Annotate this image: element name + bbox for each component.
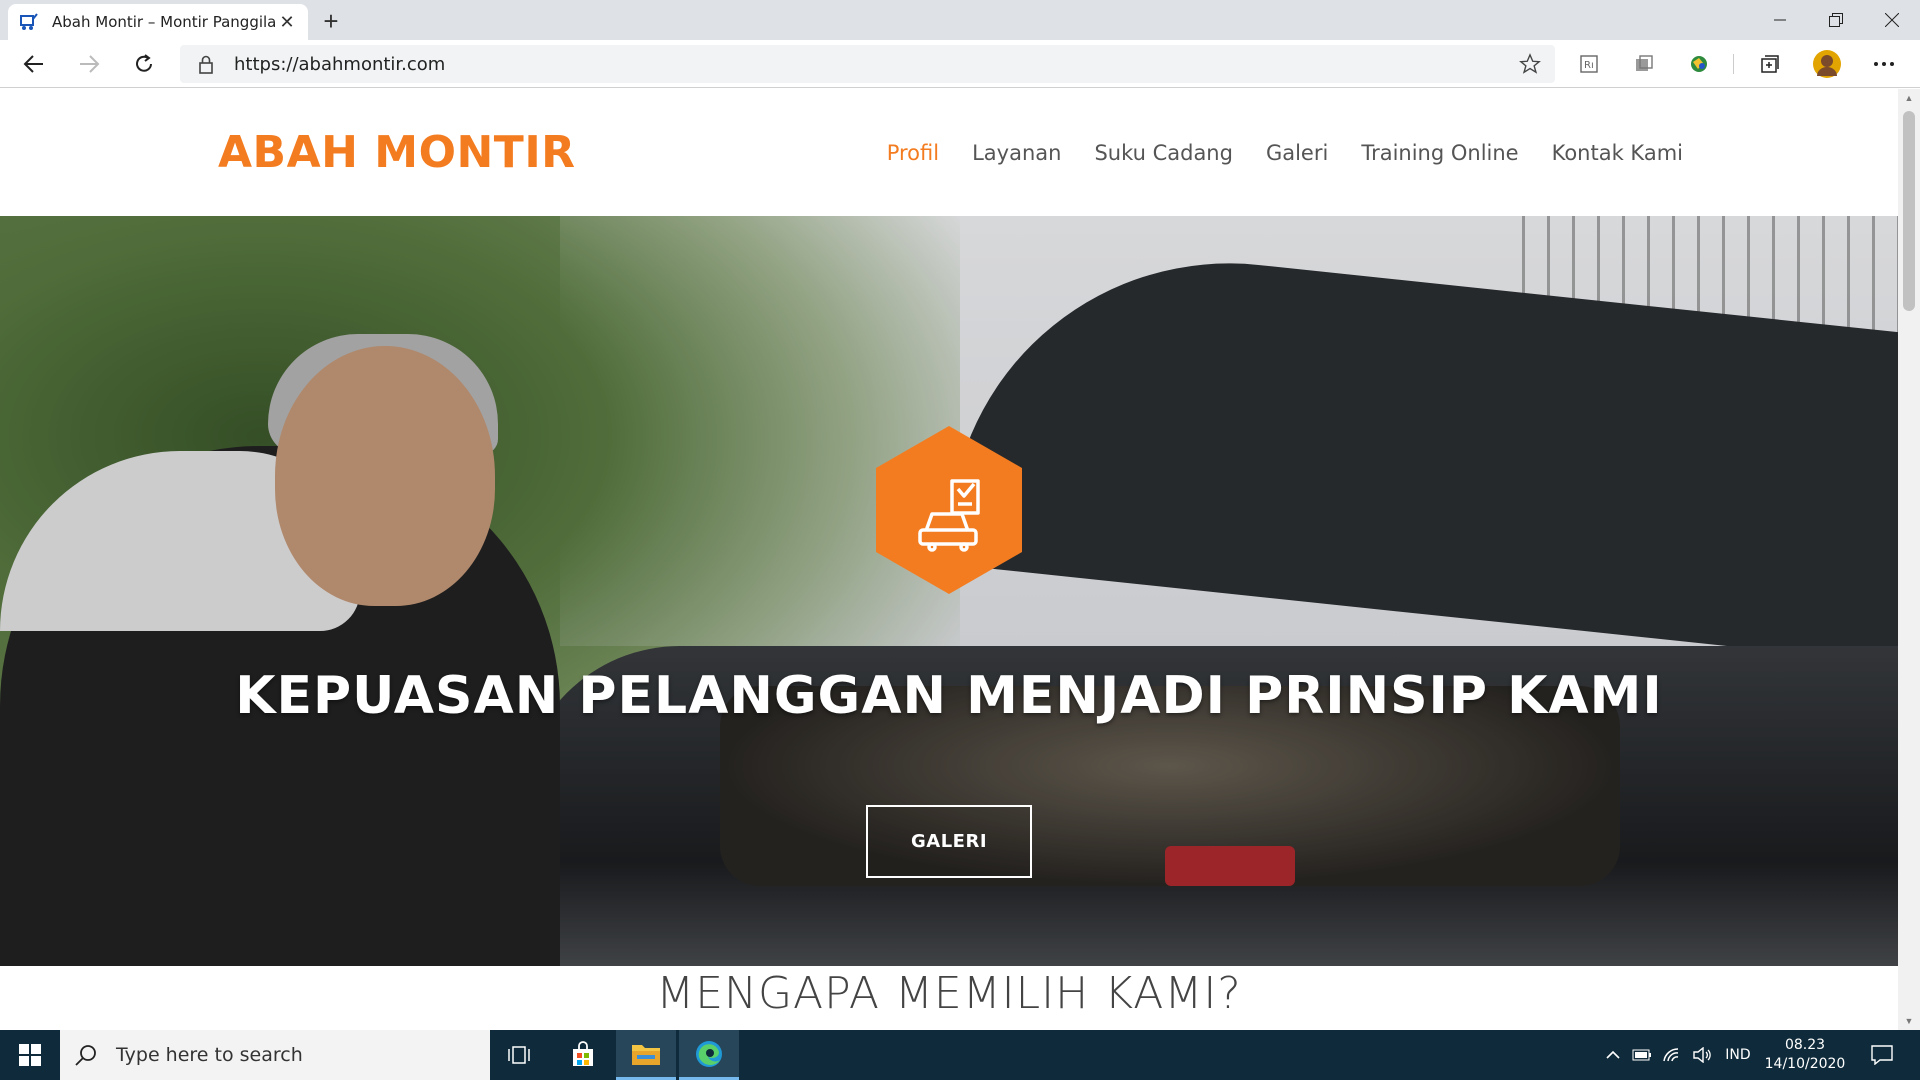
- forward-button[interactable]: [71, 46, 107, 82]
- site-favicon-icon: [18, 11, 40, 33]
- url-text[interactable]: https://abahmontir.com: [234, 54, 445, 75]
- browser-tab[interactable]: Abah Montir – Montir Panggilan ✕: [8, 4, 308, 40]
- clock-time: 08.23: [1784, 1037, 1826, 1053]
- web-page: ABAH MONTIR Profil Layanan Suku Cadang G…: [0, 89, 1898, 1030]
- wifi-icon[interactable]: [1658, 1030, 1686, 1080]
- main-nav: Profil Layanan Suku Cadang Galeri Traini…: [887, 141, 1683, 165]
- favorite-star-icon[interactable]: [1519, 53, 1541, 80]
- start-button[interactable]: [0, 1030, 60, 1080]
- nav-item-layanan[interactable]: Layanan: [972, 141, 1061, 165]
- notification-center-icon[interactable]: [1862, 1030, 1902, 1080]
- nav-item-kontak-kami[interactable]: Kontak Kami: [1552, 141, 1683, 165]
- file-explorer-icon[interactable]: [616, 1030, 676, 1080]
- volume-icon[interactable]: [1688, 1030, 1716, 1080]
- window-close-button[interactable]: [1864, 0, 1920, 40]
- microsoft-store-icon[interactable]: [553, 1030, 613, 1080]
- more-menu-icon[interactable]: [1866, 46, 1902, 82]
- car-checklist-icon: [876, 426, 1022, 594]
- read-aloud-icon[interactable]: Rı: [1572, 46, 1608, 82]
- nav-item-profil[interactable]: Profil: [887, 141, 939, 165]
- clock-date: 14/10/2020: [1764, 1056, 1846, 1072]
- refresh-button[interactable]: [126, 46, 162, 82]
- browser-tab-bar: Abah Montir – Montir Panggilan ✕ +: [0, 0, 1920, 40]
- nav-item-training-online[interactable]: Training Online: [1361, 141, 1518, 165]
- toolbar-divider: [1733, 54, 1734, 74]
- back-button[interactable]: [16, 46, 52, 82]
- language-indicator[interactable]: IND: [1720, 1030, 1756, 1080]
- windows-logo-icon: [19, 1044, 41, 1066]
- extension-stack-icon[interactable]: [1626, 46, 1662, 82]
- scroll-down-arrow-icon[interactable]: ▼: [1898, 1012, 1920, 1030]
- edge-browser-icon[interactable]: [679, 1030, 739, 1080]
- search-placeholder: Type here to search: [116, 1044, 303, 1066]
- taskbar-search-box[interactable]: Type here to search: [60, 1030, 490, 1080]
- hero-banner: KEPUASAN PELANGGAN MENJADI PRINSIP KAMI …: [0, 216, 1898, 966]
- lock-icon[interactable]: [198, 54, 220, 74]
- site-logo[interactable]: ABAH MONTIR: [218, 127, 576, 178]
- restore-button[interactable]: [1808, 0, 1864, 40]
- new-tab-button[interactable]: +: [316, 6, 346, 36]
- scroll-up-arrow-icon[interactable]: ▲: [1898, 89, 1920, 107]
- hero-title: KEPUASAN PELANGGAN MENJADI PRINSIP KAMI: [235, 666, 1663, 726]
- task-view-icon[interactable]: [490, 1030, 550, 1080]
- show-hidden-icons-chevron-icon[interactable]: [1600, 1030, 1626, 1080]
- svg-text:Rı: Rı: [1584, 60, 1594, 71]
- search-icon: [74, 1043, 100, 1067]
- nav-item-suku-cadang[interactable]: Suku Cadang: [1094, 141, 1233, 165]
- site-header: ABAH MONTIR Profil Layanan Suku Cadang G…: [0, 89, 1898, 216]
- nav-item-galeri[interactable]: Galeri: [1266, 141, 1328, 165]
- galeri-button[interactable]: GALERI: [866, 805, 1032, 878]
- extension-globe-icon[interactable]: [1681, 46, 1717, 82]
- tab-close-icon[interactable]: ✕: [276, 11, 298, 33]
- address-bar[interactable]: https://abahmontir.com: [180, 45, 1555, 83]
- page-scrollbar[interactable]: ▲ ▼: [1898, 89, 1920, 1030]
- system-clock[interactable]: 08.23 14/10/2020: [1760, 1036, 1850, 1074]
- battery-icon[interactable]: [1628, 1030, 1656, 1080]
- collections-icon[interactable]: [1752, 46, 1788, 82]
- minimize-button[interactable]: [1752, 0, 1808, 40]
- profile-avatar[interactable]: [1809, 46, 1845, 82]
- tab-title: Abah Montir – Montir Panggilan: [52, 13, 276, 31]
- scrollbar-thumb[interactable]: [1903, 111, 1915, 311]
- windows-taskbar: Type here to search IND 08.23 14/10/2020: [0, 1030, 1920, 1080]
- browser-toolbar: https://abahmontir.com Rı: [0, 40, 1920, 88]
- section-heading: MENGAPA MEMILIH KAMI?: [656, 968, 1242, 1019]
